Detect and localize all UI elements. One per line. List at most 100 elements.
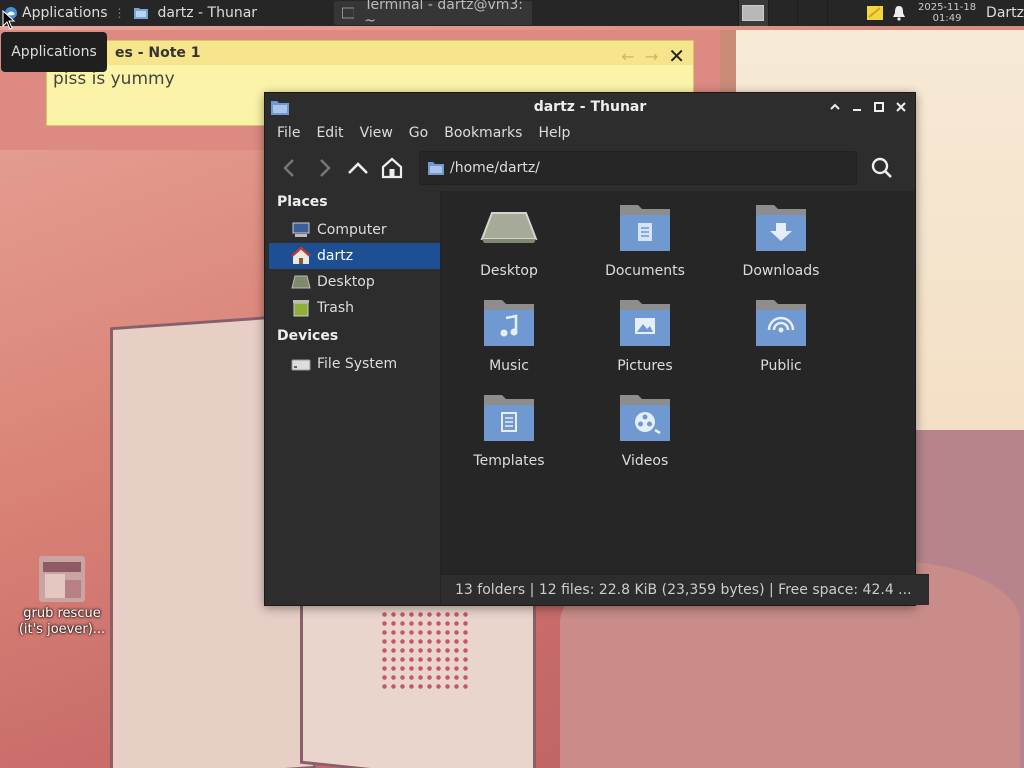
note-prev-icon[interactable]: ← bbox=[621, 47, 634, 66]
sidebar-item-label: Computer bbox=[317, 222, 387, 238]
file-item-label: Public bbox=[760, 358, 802, 374]
menu-view[interactable]: View bbox=[352, 125, 401, 141]
window-title: dartz - Thunar bbox=[533, 99, 647, 115]
file-item-documents[interactable]: Documents bbox=[585, 199, 705, 279]
workspace-3[interactable] bbox=[797, 0, 827, 26]
location-bar[interactable]: /home/dartz/ bbox=[419, 151, 857, 185]
clock[interactable]: 2025-11-18 01:49 bbox=[914, 2, 980, 24]
location-path: /home/dartz/ bbox=[450, 160, 540, 176]
minimize-button[interactable] bbox=[849, 99, 865, 115]
maximize-icon bbox=[874, 102, 884, 112]
file-item-desktop[interactable]: Desktop bbox=[449, 199, 569, 279]
folder-icon bbox=[271, 101, 289, 115]
maximize-button[interactable] bbox=[871, 99, 887, 115]
user-menu[interactable]: Dartz bbox=[980, 5, 1024, 21]
home-icon bbox=[291, 247, 311, 264]
public-folder-icon bbox=[756, 300, 806, 346]
file-item-label: Music bbox=[489, 358, 529, 374]
desktop-icon-label: grub rescue (it's joever)... bbox=[18, 606, 106, 637]
menu-bookmarks[interactable]: Bookmarks bbox=[436, 125, 530, 141]
sidebar-heading-places: Places bbox=[277, 194, 328, 210]
menubar: File Edit View Go Bookmarks Help bbox=[265, 121, 915, 145]
sidebar-item-trash[interactable]: Trash bbox=[269, 295, 440, 321]
menu-help[interactable]: Help bbox=[530, 125, 578, 141]
system-tray bbox=[856, 5, 914, 21]
applications-label: Applications bbox=[22, 5, 108, 21]
taskbar-task-label: dartz - Thunar bbox=[157, 5, 258, 21]
home-icon bbox=[381, 157, 403, 179]
shade-button[interactable] bbox=[827, 99, 843, 115]
sidebar-item-file-system[interactable]: File System bbox=[269, 351, 440, 377]
note-text[interactable]: piss is yummy bbox=[47, 65, 693, 93]
bell-icon[interactable] bbox=[892, 5, 906, 21]
taskbar: Applications ⋮ dartz - Thunar Terminal -… bbox=[0, 0, 1024, 29]
image-thumbnail-icon bbox=[39, 556, 85, 602]
chevron-up-icon bbox=[830, 103, 840, 110]
documents-folder-icon bbox=[620, 205, 670, 251]
file-item-music[interactable]: Music bbox=[449, 294, 569, 374]
music-folder-icon bbox=[484, 300, 534, 346]
sidebar-heading-devices: Devices bbox=[277, 328, 339, 344]
search-button[interactable] bbox=[865, 151, 899, 185]
workspace-1[interactable] bbox=[738, 0, 768, 26]
thunar-window[interactable]: dartz - Thunar File Edit View Go Bookmar… bbox=[264, 92, 929, 606]
search-icon bbox=[871, 157, 892, 178]
pictures-folder-icon bbox=[620, 300, 670, 346]
note-close-icon[interactable]: ✕ bbox=[668, 44, 685, 68]
note-next-icon[interactable]: → bbox=[645, 47, 658, 66]
menu-edit[interactable]: Edit bbox=[308, 125, 351, 141]
sidebar: Places Computer dartz Desktop Trash Devi… bbox=[265, 191, 441, 605]
taskbar-task-terminal[interactable]: Terminal - dartz@vm3: ~ bbox=[333, 0, 532, 29]
parent-folder-button[interactable] bbox=[341, 151, 375, 185]
videos-folder-icon bbox=[620, 395, 670, 441]
file-item-label: Videos bbox=[621, 453, 669, 469]
close-button[interactable] bbox=[893, 99, 909, 115]
file-item-downloads[interactable]: Downloads bbox=[721, 199, 841, 279]
folder-icon bbox=[133, 8, 148, 19]
file-item-label: Downloads bbox=[742, 263, 820, 279]
file-item-label: Desktop bbox=[480, 263, 538, 279]
sidebar-item-label: Trash bbox=[317, 300, 354, 316]
taskbar-separator: ⋮ bbox=[113, 6, 126, 20]
note-titlebar[interactable]: es - Note 1 bbox=[47, 41, 693, 65]
menu-file[interactable]: File bbox=[269, 125, 308, 141]
terminal-icon bbox=[341, 7, 355, 19]
mouse-cursor-icon bbox=[2, 10, 16, 30]
minimize-icon bbox=[853, 109, 861, 111]
file-item-label: Documents bbox=[605, 263, 685, 279]
workspace-2[interactable] bbox=[767, 0, 798, 26]
window-titlebar[interactable]: dartz - Thunar bbox=[265, 93, 915, 121]
sidebar-item-computer[interactable]: Computer bbox=[269, 217, 440, 243]
back-button[interactable] bbox=[273, 151, 307, 185]
computer-icon bbox=[292, 222, 310, 237]
sidebar-item-label: Desktop bbox=[317, 274, 375, 290]
clock-date: 2025-11-18 bbox=[917, 2, 977, 13]
desktop-icon-grub-rescue[interactable]: grub rescue (it's joever)... bbox=[14, 556, 110, 638]
file-item-videos[interactable]: Videos bbox=[585, 389, 705, 469]
up-arrow-icon bbox=[348, 162, 368, 174]
clock-time: 01:49 bbox=[932, 13, 962, 24]
workspace-4[interactable] bbox=[826, 0, 857, 26]
sidebar-item-label: dartz bbox=[317, 248, 354, 264]
forward-arrow-icon bbox=[320, 159, 331, 177]
taskbar-task-thunar[interactable]: dartz - Thunar bbox=[125, 1, 328, 25]
home-button[interactable] bbox=[375, 151, 409, 185]
file-item-public[interactable]: Public bbox=[721, 294, 841, 374]
file-view[interactable]: Desktop Documents Downloads Music Pictur… bbox=[441, 191, 929, 605]
close-icon bbox=[896, 102, 906, 112]
notes-tray-icon[interactable] bbox=[866, 5, 884, 21]
folder-icon bbox=[428, 162, 444, 175]
file-item-templates[interactable]: Templates bbox=[449, 389, 569, 469]
forward-button[interactable] bbox=[307, 151, 341, 185]
drive-icon bbox=[291, 359, 311, 371]
workspace-switcher[interactable] bbox=[738, 0, 856, 26]
file-item-label: Pictures bbox=[617, 358, 673, 374]
file-item-pictures[interactable]: Pictures bbox=[585, 294, 705, 374]
sidebar-item-desktop[interactable]: Desktop bbox=[269, 269, 440, 295]
desktop-folder-icon bbox=[480, 212, 538, 243]
sidebar-item-dartz[interactable]: dartz bbox=[269, 243, 440, 269]
menu-go[interactable]: Go bbox=[401, 125, 436, 141]
status-bar: 13 folders | 12 files: 22.8 KiB (23,359 … bbox=[441, 574, 929, 605]
applications-menu-button[interactable]: Applications bbox=[0, 0, 114, 26]
taskbar-task-label: Terminal - dartz@vm3: ~ bbox=[364, 0, 524, 29]
